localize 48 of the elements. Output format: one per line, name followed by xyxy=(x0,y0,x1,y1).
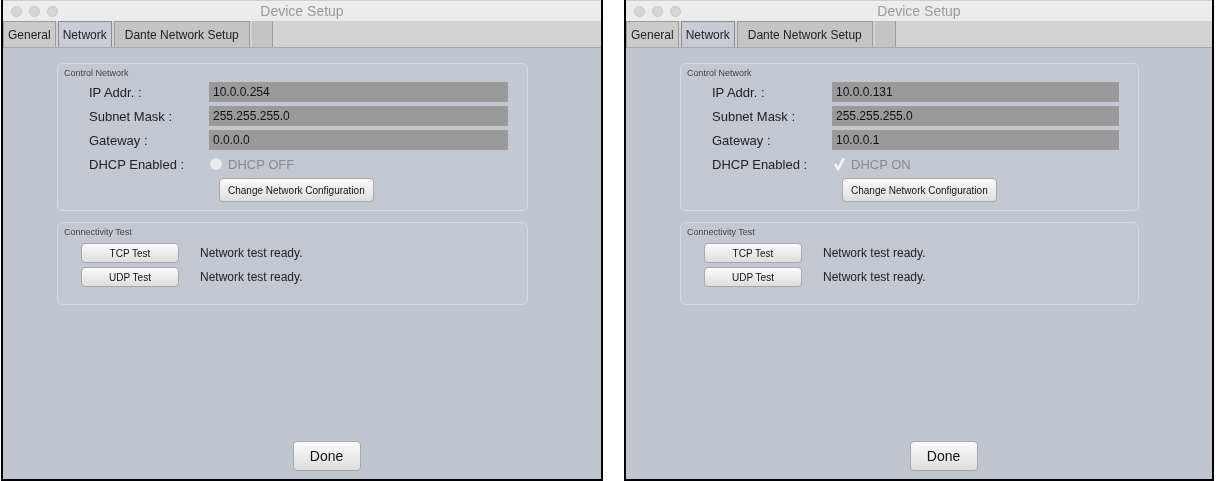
done-button[interactable]: Done xyxy=(292,441,361,471)
radio-button[interactable] xyxy=(209,157,223,171)
field-label: DHCP Enabled : xyxy=(88,156,186,172)
window-control-icon[interactable] xyxy=(29,6,40,17)
window-control-icon[interactable] xyxy=(670,6,681,17)
checkmark-icon[interactable] xyxy=(832,157,846,171)
status-text: Network test ready. xyxy=(200,270,303,284)
input-field[interactable]: 255.255.255.0 xyxy=(209,106,508,126)
tab[interactable]: Network xyxy=(680,21,735,47)
tab[interactable]: Dante Network Setup xyxy=(113,21,250,47)
group-caption: Control Network xyxy=(687,68,752,78)
input-field[interactable]: 10.0.0.1 xyxy=(832,130,1119,150)
input-field[interactable]: 255.255.255.0 xyxy=(832,106,1119,126)
field-label: Subnet Mask : xyxy=(711,108,797,124)
field-label: DHCP Enabled : xyxy=(711,156,809,172)
tab[interactable]: Dante Network Setup xyxy=(736,21,873,47)
field-label: Gateway : xyxy=(711,132,772,148)
checkbox-label: DHCP ON xyxy=(851,156,911,172)
group-caption: Control Network xyxy=(64,68,129,78)
field-label: IP Addr. : xyxy=(711,84,766,100)
field-label: Gateway : xyxy=(88,132,149,148)
group-caption: Connectivity Test xyxy=(64,227,132,237)
test-button[interactable]: TCP Test xyxy=(81,243,179,263)
window-control-icon[interactable] xyxy=(11,6,22,17)
input-field[interactable]: 0.0.0.0 xyxy=(209,130,508,150)
tab[interactable]: Network xyxy=(57,21,112,47)
field-label: IP Addr. : xyxy=(88,84,143,100)
window-control-icon[interactable] xyxy=(47,6,58,17)
status-text: Network test ready. xyxy=(823,246,926,260)
window-control-icon[interactable] xyxy=(652,6,663,17)
test-button[interactable]: TCP Test xyxy=(704,243,802,263)
input-field[interactable]: 10.0.0.131 xyxy=(832,82,1119,102)
tab[interactable]: General xyxy=(626,21,679,47)
status-text: Network test ready. xyxy=(823,270,926,284)
test-button[interactable]: UDP Test xyxy=(704,267,802,287)
window-control-icon[interactable] xyxy=(634,6,645,17)
window-title: Device Setup xyxy=(877,3,961,19)
status-text: Network test ready. xyxy=(200,246,303,260)
change-configuration-button[interactable]: Change Network Configuration xyxy=(219,178,374,202)
change-configuration-button[interactable]: Change Network Configuration xyxy=(842,178,997,202)
group-caption: Connectivity Test xyxy=(687,227,755,237)
test-button[interactable]: UDP Test xyxy=(81,267,179,287)
window-title: Device Setup xyxy=(260,3,344,19)
checkbox-label: DHCP OFF xyxy=(228,156,295,172)
input-field[interactable]: 10.0.0.254 xyxy=(209,82,508,102)
field-label: Subnet Mask : xyxy=(88,108,174,124)
tab[interactable]: General xyxy=(3,21,56,47)
done-button[interactable]: Done xyxy=(909,441,978,471)
